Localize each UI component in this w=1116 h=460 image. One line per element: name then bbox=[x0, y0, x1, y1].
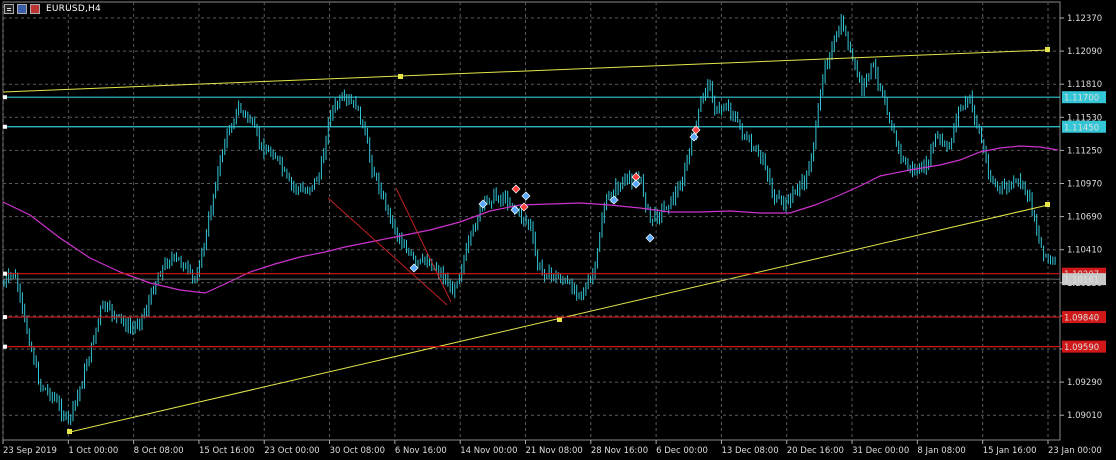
chart-window[interactable]: EURUSD,H4 1.12370 1.12090 1.11810 1.11530 1.… bbox=[0, 0, 1116, 460]
time-tick-label: 6 Dec 00:00 bbox=[656, 446, 708, 456]
trendline-anchor bbox=[67, 429, 72, 434]
price-tick-label: 1.09010 bbox=[1067, 411, 1102, 421]
chart-plot[interactable]: 1.123701.120901.118101.115301.112501.109… bbox=[0, 0, 1116, 460]
trendline-anchor bbox=[398, 74, 403, 79]
price-tick-label: 1.11250 bbox=[1067, 146, 1102, 156]
plot-frame bbox=[2, 1, 1061, 441]
cyan-level-tag-label: 1.11700 bbox=[1064, 94, 1099, 104]
price-tick-label: 1.10970 bbox=[1067, 180, 1102, 190]
trendline-anchor bbox=[1045, 47, 1050, 52]
time-tick-label: 28 Nov 16:00 bbox=[591, 446, 648, 456]
time-tick-label: 1 Oct 00:00 bbox=[68, 446, 118, 456]
buy-marker-icon bbox=[521, 191, 531, 201]
time-tick-label: 8 Oct 08:00 bbox=[134, 446, 184, 456]
window-menu-icon[interactable] bbox=[4, 4, 14, 14]
buy-marker-icon bbox=[409, 263, 419, 273]
price-tick-label: 1.10690 bbox=[1067, 213, 1102, 223]
time-tick-label: 15 Jan 16:00 bbox=[983, 446, 1037, 456]
fan-line bbox=[327, 197, 448, 306]
time-tick-label: 8 Jan 08:00 bbox=[917, 446, 965, 456]
time-tick-label: 23 Oct 00:00 bbox=[264, 446, 319, 456]
trendline-anchor bbox=[1045, 202, 1050, 207]
time-tick-label: 6 Nov 16:00 bbox=[395, 446, 447, 456]
time-tick-label: 15 Oct 16:00 bbox=[199, 446, 254, 456]
price-tick-label: 1.12090 bbox=[1067, 47, 1102, 57]
window-close-icon[interactable] bbox=[30, 4, 40, 14]
time-tick-label: 13 Dec 08:00 bbox=[721, 446, 778, 456]
price-tick-label: 1.11810 bbox=[1067, 80, 1102, 90]
red-level-handle bbox=[3, 344, 7, 349]
cyan-level-handle bbox=[3, 95, 7, 100]
time-tick-label: 30 Oct 08:00 bbox=[330, 446, 385, 456]
price-bars bbox=[3, 14, 1056, 426]
red-level-tag-label: 1.09590 bbox=[1064, 343, 1099, 353]
sell-marker-icon bbox=[511, 184, 521, 194]
cyan-level-handle bbox=[3, 124, 7, 129]
time-tick-label: 14 Nov 00:00 bbox=[460, 446, 517, 456]
price-tick-label: 1.10410 bbox=[1067, 246, 1102, 256]
price-tick-label: 1.12370 bbox=[1067, 14, 1102, 24]
time-tick-label: 23 Sep 2019 bbox=[3, 446, 57, 456]
current-price-label: 1.10161 bbox=[1064, 276, 1099, 286]
symbol-header: EURUSD,H4 bbox=[4, 4, 101, 14]
cyan-level-tag-label: 1.11450 bbox=[1064, 123, 1099, 133]
trendline-anchor bbox=[557, 317, 562, 322]
time-tick-label: 20 Dec 16:00 bbox=[787, 446, 844, 456]
time-tick-label: 23 Jan 00:00 bbox=[1048, 446, 1102, 456]
symbol-label: EURUSD,H4 bbox=[46, 4, 101, 14]
time-tick-label: 31 Dec 00:00 bbox=[852, 446, 909, 456]
price-tick-label: 1.09290 bbox=[1067, 378, 1102, 388]
time-tick-label: 21 Nov 08:00 bbox=[526, 446, 583, 456]
window-restore-icon[interactable] bbox=[17, 4, 27, 14]
buy-marker-icon bbox=[645, 233, 655, 243]
red-level-handle bbox=[3, 271, 7, 276]
red-level-handle bbox=[3, 315, 7, 320]
red-level-tag-label: 1.09840 bbox=[1064, 314, 1099, 324]
